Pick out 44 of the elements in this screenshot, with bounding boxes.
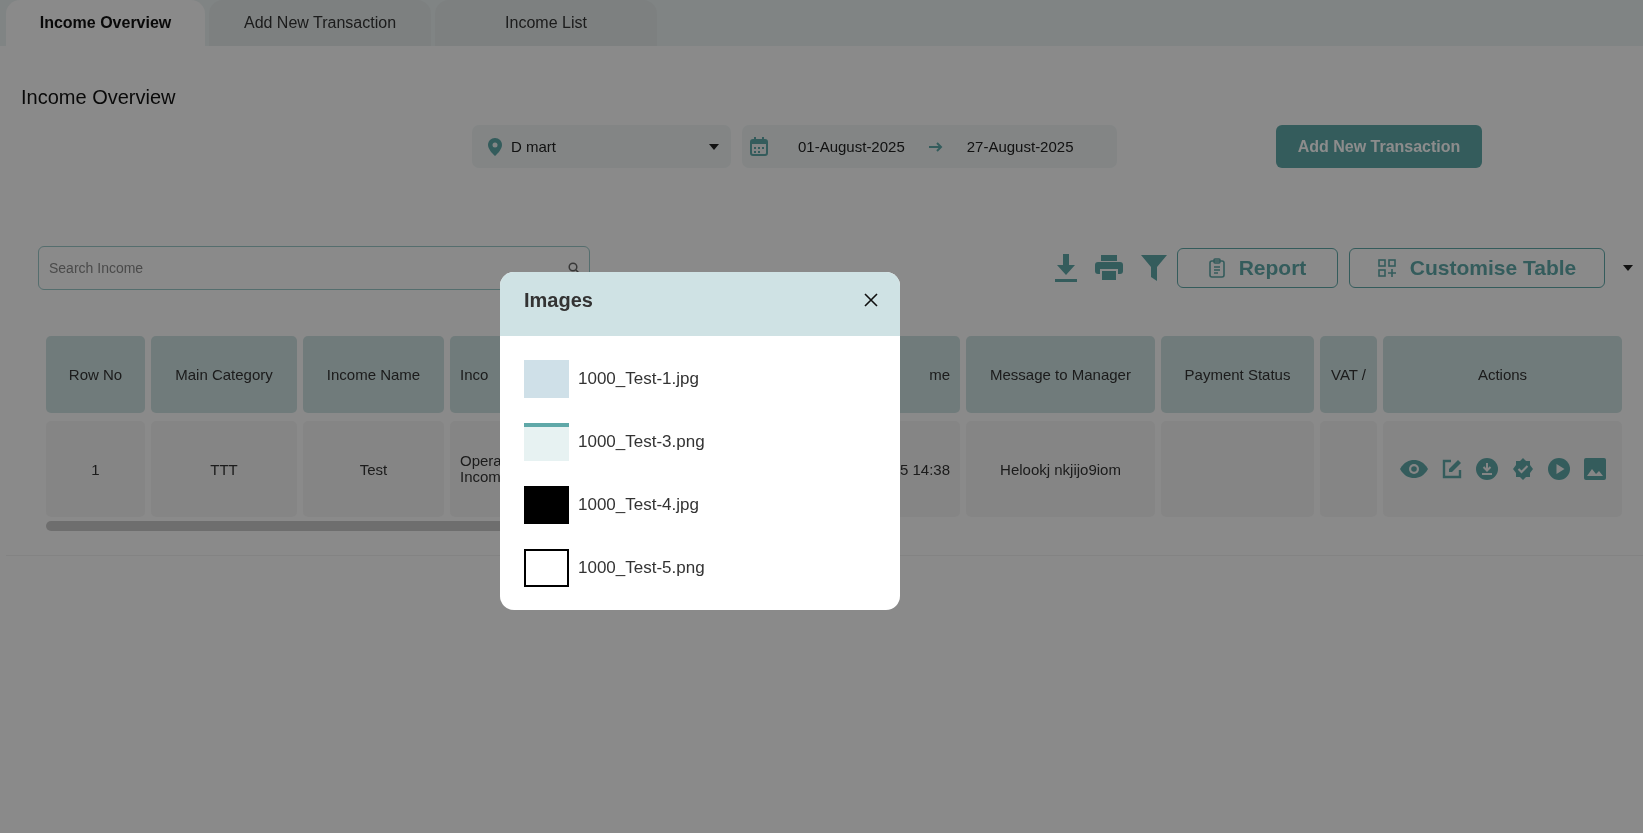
view-icon[interactable] (1399, 460, 1428, 478)
search-icon (568, 262, 580, 274)
table-cell: 1 (46, 421, 145, 517)
download-icon[interactable] (1055, 254, 1077, 282)
file-name[interactable]: 1000_Test-4.jpg (578, 495, 699, 515)
location-pin-icon (488, 137, 502, 156)
file-name[interactable]: 1000_Test-1.jpg (578, 369, 699, 389)
column-header: Income Name (303, 336, 444, 413)
arrow-right-icon (928, 141, 943, 152)
column-header: Row No (46, 336, 145, 413)
start-date: 01-August-2025 (798, 138, 905, 155)
download-icon[interactable] (1475, 458, 1498, 480)
search-field[interactable]: Search Income (38, 246, 590, 290)
column-header: Payment Status (1161, 336, 1314, 413)
table-cell: Helookj nkjijo9iom (966, 421, 1155, 517)
file-name[interactable]: 1000_Test-5.png (578, 558, 705, 578)
end-date: 27-August-2025 (966, 138, 1074, 155)
column-header: VAT / (1320, 336, 1377, 413)
close-icon[interactable] (864, 293, 878, 307)
column-header: Main Category (151, 336, 297, 413)
table-cell: Test (303, 421, 444, 517)
location-dropdown[interactable]: D mart (472, 125, 731, 168)
table-cell: TTT (151, 421, 297, 517)
verified-badge-icon[interactable] (1511, 458, 1534, 480)
edit-icon[interactable] (1441, 459, 1462, 479)
filter-icon[interactable] (1141, 255, 1167, 281)
caret-icon[interactable] (1623, 265, 1633, 271)
column-header: Message to Manager (966, 336, 1155, 413)
location-value: D mart (511, 138, 557, 155)
page-title: Income Overview (21, 85, 177, 109)
date-range-field[interactable]: 01-August-2025 27-August-2025 (742, 125, 1117, 168)
dialog-title: Images (524, 288, 593, 312)
image-icon[interactable] (1583, 458, 1606, 480)
caret-icon (709, 143, 719, 150)
tab[interactable]: Add New Transaction (209, 0, 431, 46)
print-icon[interactable] (1095, 255, 1123, 281)
grid-plus-icon (1377, 259, 1396, 277)
tab[interactable]: Income List (435, 0, 657, 46)
play-icon[interactable] (1547, 458, 1570, 480)
photo-placeholder[interactable] (524, 549, 569, 587)
calendar-icon (750, 137, 768, 156)
column-header: Actions (1383, 336, 1622, 413)
tab[interactable]: Income Overview (6, 0, 205, 46)
clipboard-icon (1208, 258, 1225, 278)
